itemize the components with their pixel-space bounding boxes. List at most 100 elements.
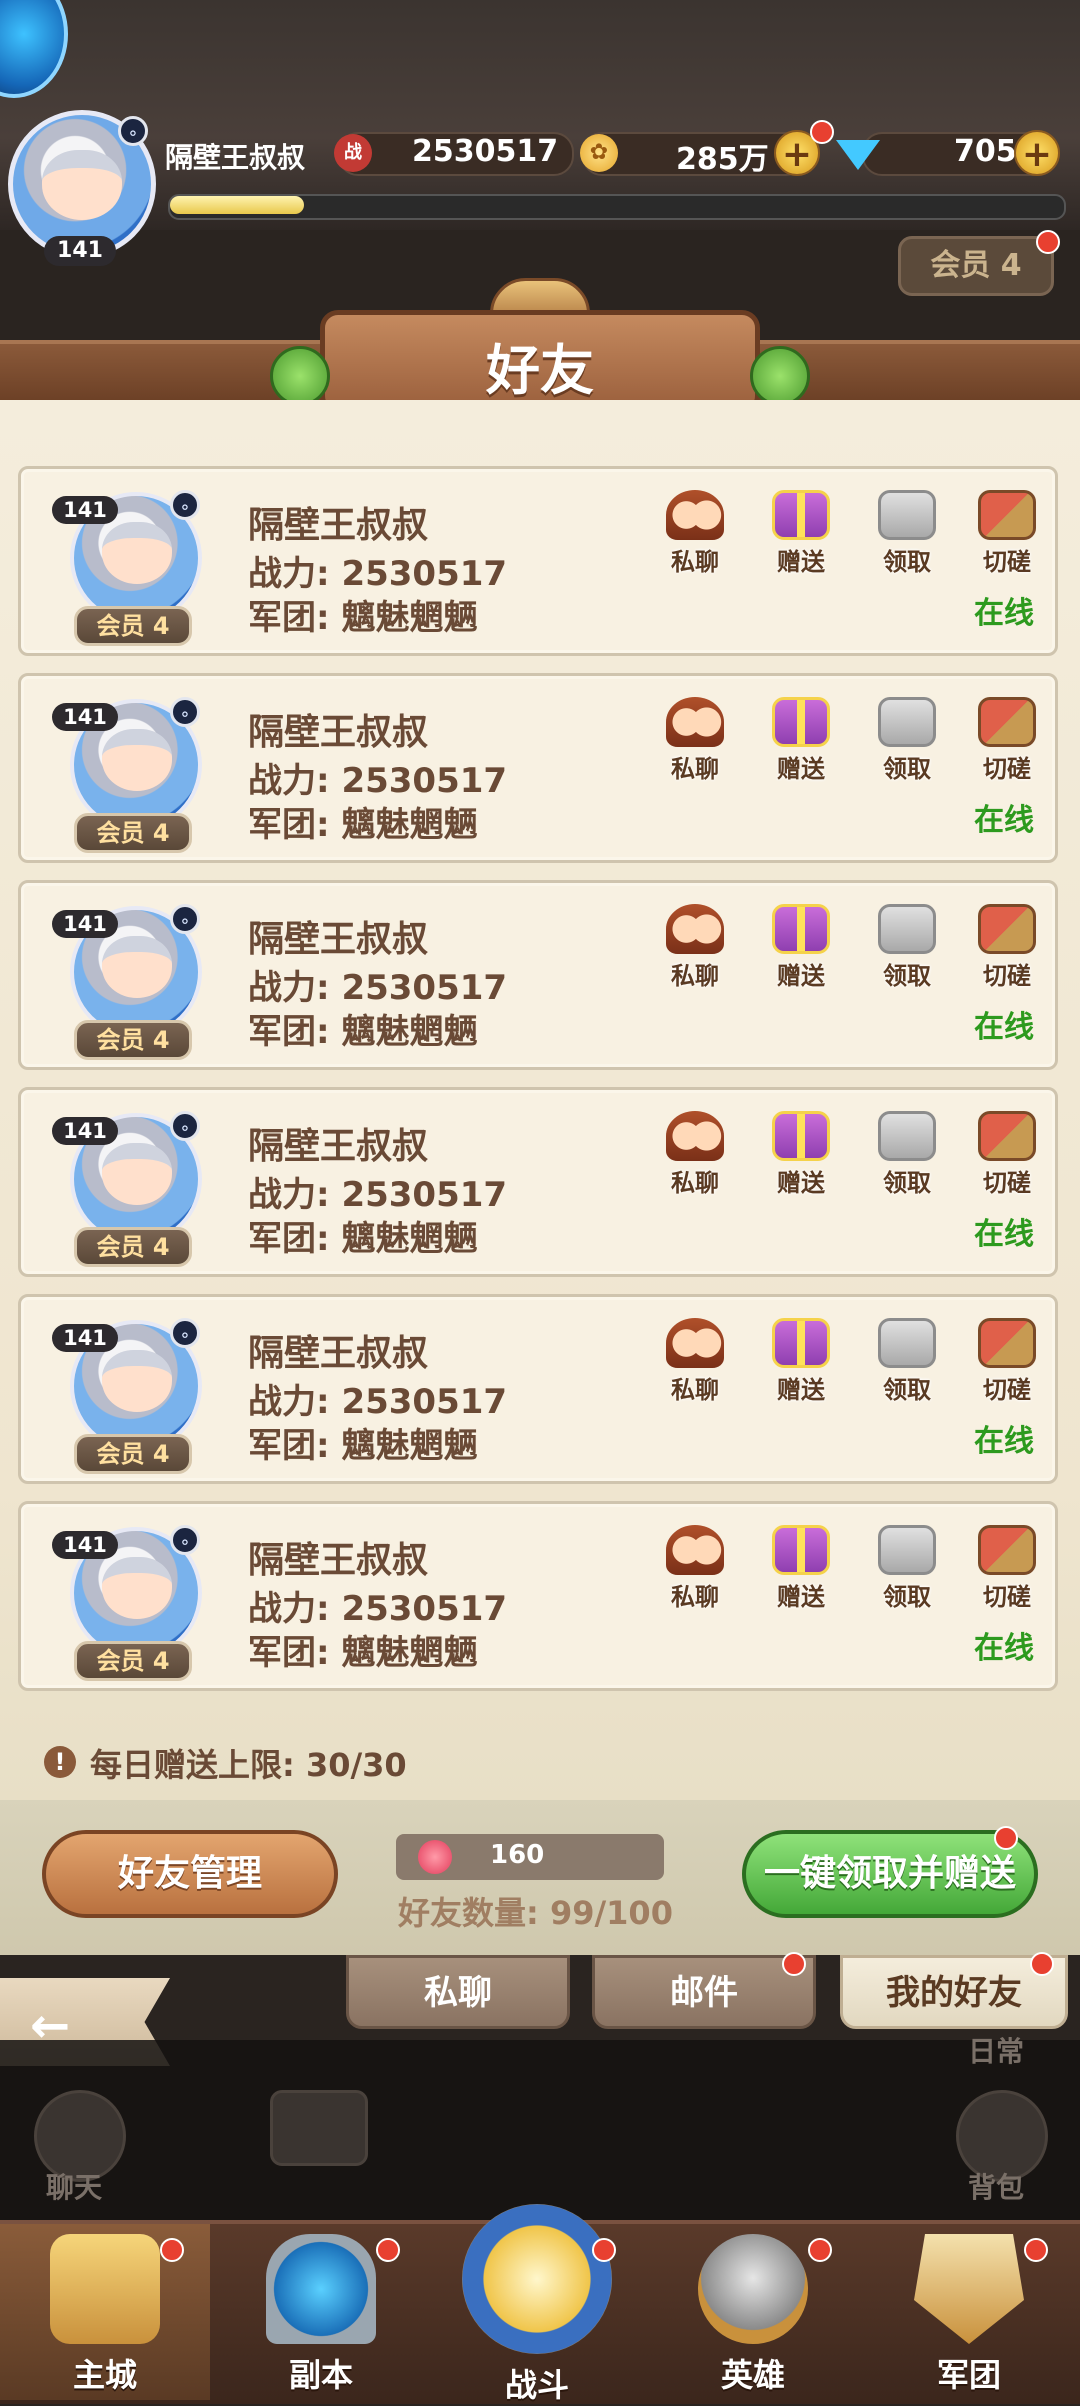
collect-button[interactable]: 领取 — [872, 1318, 942, 1405]
power-label: 战力: — [248, 554, 330, 594]
add-gem-button[interactable]: + — [1014, 130, 1060, 176]
power-value: 2530517 — [341, 554, 508, 594]
power-label: 战力: — [248, 1175, 330, 1215]
friend-legion: 军团: 魑魅魍魉 — [248, 1004, 477, 1053]
spar-button[interactable]: 切磋 — [972, 1318, 1042, 1405]
collect-label: 领取 — [883, 1376, 931, 1404]
private-chat-label: 私聊 — [671, 1169, 719, 1197]
gift-icon — [772, 1111, 830, 1161]
friend-vip-badge: 会员 4 — [74, 1020, 192, 1060]
spar-label: 切磋 — [983, 548, 1031, 576]
friend-level: 141 — [52, 910, 118, 938]
gift-icon — [772, 1318, 830, 1368]
nav-notification-dot — [592, 2238, 616, 2262]
gift-button[interactable]: 赠送 — [766, 904, 836, 991]
friend-level: 141 — [52, 1324, 118, 1352]
friend-name: 隔壁王叔叔 — [248, 505, 429, 546]
castle-icon — [50, 2234, 160, 2344]
nav-notification-dot — [376, 2238, 400, 2262]
private-chat-button[interactable]: 私聊 — [660, 1318, 730, 1405]
legion-shield-icon — [914, 2234, 1024, 2344]
legion-value: 魑魅魍魉 — [341, 805, 478, 845]
private-chat-icon — [666, 1525, 724, 1575]
collect-button[interactable]: 领取 — [872, 1111, 942, 1198]
gift-label: 赠送 — [777, 755, 825, 783]
gift-label: 赠送 — [777, 1169, 825, 1197]
private-chat-icon — [666, 1318, 724, 1368]
daily-label: 日常 — [968, 2035, 1025, 2068]
collect-icon — [878, 904, 936, 954]
spar-button[interactable]: 切磋 — [972, 697, 1042, 784]
collect-button[interactable]: 领取 — [872, 904, 942, 991]
gift-label: 赠送 — [777, 1583, 825, 1611]
friend-name: 隔壁王叔叔 — [248, 712, 429, 753]
collect-button[interactable]: 领取 — [872, 490, 942, 577]
friend-power: 战力: 2530517 — [248, 1167, 507, 1216]
private-chat-button[interactable]: 私聊 — [660, 490, 730, 577]
friend-avatar-face — [102, 522, 172, 584]
exp-bar-fill — [170, 196, 304, 214]
manage-friends-button[interactable]: 好友管理 — [42, 1830, 338, 1918]
claim-and-gift-all-button[interactable]: 一键领取并赠送 — [742, 1830, 1038, 1918]
online-status: 在线 — [974, 1010, 1034, 1045]
collect-button[interactable]: 领取 — [872, 697, 942, 784]
spar-icon — [978, 1525, 1036, 1575]
portal-icon — [266, 2234, 376, 2344]
friend-vip-badge: 会员 4 — [74, 1434, 192, 1474]
friend-power: 战力: 2530517 — [248, 753, 507, 802]
gift-icon — [772, 904, 830, 954]
nav-label: 主城 — [72, 2356, 137, 2394]
heart-icon — [418, 1840, 452, 1874]
friend-avatar-face — [102, 1350, 172, 1412]
ring-icon: ⚬ — [170, 490, 200, 520]
friend-avatar-face — [102, 1557, 172, 1619]
collect-icon — [878, 1525, 936, 1575]
claim-notification-dot — [994, 1826, 1018, 1850]
gift-button[interactable]: 赠送 — [766, 697, 836, 784]
gift-button[interactable]: 赠送 — [766, 1111, 836, 1198]
friend-legion: 军团: 魑魅魍魉 — [248, 590, 477, 639]
gem-value: 705 — [954, 134, 1017, 169]
power-value: 2530517 — [341, 1382, 508, 1422]
nav-label: 战斗 — [504, 2366, 569, 2404]
gift-icon — [772, 1525, 830, 1575]
spar-button[interactable]: 切磋 — [972, 904, 1042, 991]
friend-name: 隔壁王叔叔 — [248, 1540, 429, 1581]
legion-value: 魑魅魍魉 — [341, 1633, 478, 1673]
spar-button[interactable]: 切磋 — [972, 490, 1042, 577]
gift-button[interactable]: 赠送 — [766, 490, 836, 577]
collect-icon — [878, 1318, 936, 1368]
gift-button[interactable]: 赠送 — [766, 1525, 836, 1612]
spar-icon — [978, 1111, 1036, 1161]
friend-level: 141 — [52, 703, 118, 731]
spar-button[interactable]: 切磋 — [972, 1111, 1042, 1198]
power-value: 2530517 — [341, 968, 508, 1008]
friend-vip-badge: 会员 4 — [74, 1227, 192, 1267]
tab-private-chat[interactable]: 私聊 — [346, 1955, 570, 2029]
collect-label: 领取 — [883, 1583, 931, 1611]
gift-button[interactable]: 赠送 — [766, 1318, 836, 1405]
ring-icon: ⚬ — [170, 1318, 200, 1348]
daily-gift-limit: 每日赠送上限: 30/30 — [90, 1746, 407, 1784]
collect-button[interactable]: 领取 — [872, 1525, 942, 1612]
private-chat-button[interactable]: 私聊 — [660, 904, 730, 991]
private-chat-button[interactable]: 私聊 — [660, 697, 730, 784]
friend-avatar-face — [102, 729, 172, 791]
vip-badge[interactable]: 会员 4 — [898, 236, 1054, 296]
friend-name: 隔壁王叔叔 — [248, 919, 429, 960]
legion-label: 军团: — [248, 598, 330, 638]
gold-coin-icon: ✿ — [580, 134, 618, 172]
private-chat-button[interactable]: 私聊 — [660, 1525, 730, 1612]
bag-label: 背包 — [968, 2171, 1025, 2204]
gift-label: 赠送 — [777, 548, 825, 576]
mail-envelope-icon[interactable] — [270, 2090, 368, 2166]
collect-icon — [878, 1111, 936, 1161]
friend-name: 隔壁王叔叔 — [248, 1333, 429, 1374]
chat-label: 聊天 — [46, 2171, 103, 2204]
gold-value: 285万 — [676, 142, 769, 177]
private-chat-button[interactable]: 私聊 — [660, 1111, 730, 1198]
friend-name: 隔壁王叔叔 — [248, 1126, 429, 1167]
power-value: 2530517 — [341, 1589, 508, 1629]
legion-label: 军团: — [248, 1426, 330, 1466]
spar-button[interactable]: 切磋 — [972, 1525, 1042, 1612]
